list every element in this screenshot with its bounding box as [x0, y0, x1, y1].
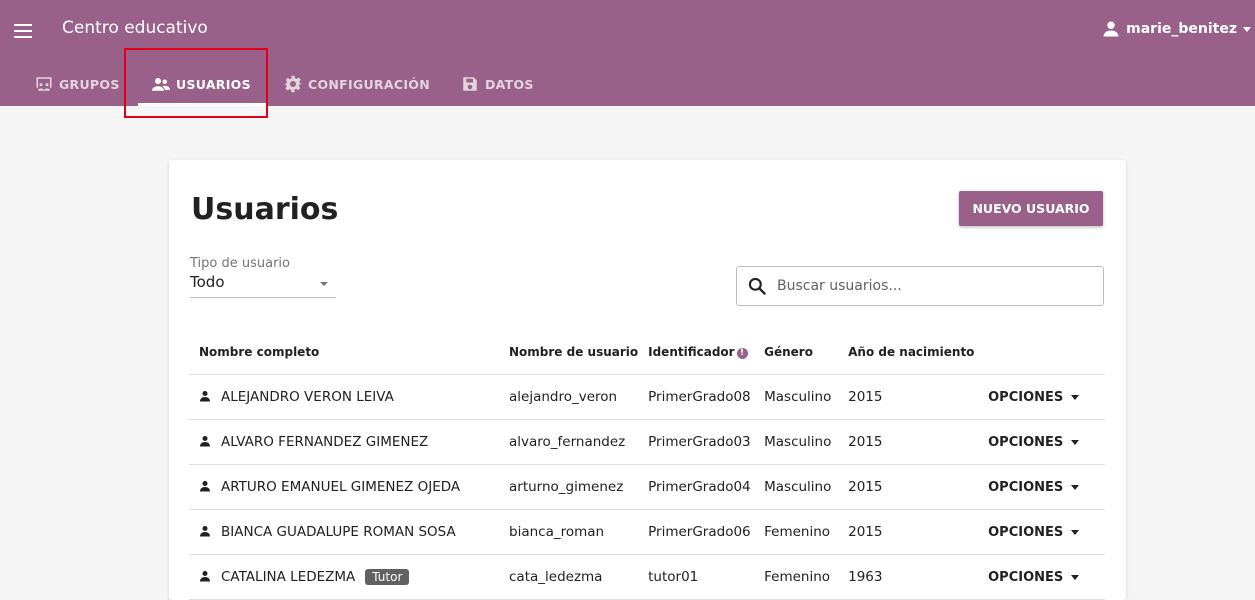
users-table: Nombre completo Nombre de usuario Identi… — [189, 330, 1105, 600]
tab-datos[interactable]: DATOS — [461, 62, 534, 106]
cell-name: BIANCA GUADALUPE ROMAN SOSA — [189, 509, 499, 555]
options-button[interactable]: OPCIONES — [988, 525, 1080, 540]
col-nombre-completo[interactable]: Nombre completo — [189, 330, 499, 375]
options-button[interactable]: OPCIONES — [988, 390, 1080, 405]
cell-gender: Masculino — [754, 464, 839, 510]
table-header-row: Nombre completo Nombre de usuario Identi… — [189, 330, 1105, 375]
person-icon — [200, 481, 210, 492]
cell-options: OPCIONES — [978, 554, 1105, 600]
cell-gender: Masculino — [754, 374, 839, 420]
cell-options: OPCIONES — [978, 464, 1105, 510]
cell-birth-year: 2015 — [838, 419, 979, 465]
col-identificador[interactable]: Identificador! — [638, 330, 755, 375]
table-row: ALEJANDRO VERON LEIVA alejandro_veron Pr… — [189, 374, 1105, 420]
cell-username: cata_ledezma — [499, 554, 639, 600]
table-row: ALVARO FERNANDEZ GIMENEZ alvaro_fernande… — [189, 419, 1105, 465]
info-icon[interactable]: ! — [736, 348, 748, 359]
cell-identifier: PrimerGrado04 — [638, 464, 755, 510]
tab-grupos[interactable]: GRUPOS — [35, 62, 120, 106]
cell-name: ALVARO FERNANDEZ GIMENEZ — [189, 419, 499, 465]
options-button[interactable]: OPCIONES — [988, 570, 1080, 585]
table-row: BIANCA GUADALUPE ROMAN SOSA bianca_roman… — [189, 509, 1105, 555]
cell-username: alejandro_veron — [499, 374, 639, 420]
cell-birth-year: 2015 — [838, 509, 979, 555]
user-type-select[interactable]: Todo — [190, 273, 336, 298]
tutor-badge: Tutor — [365, 569, 410, 585]
chevron-down-icon — [1071, 575, 1080, 580]
chevron-down-icon — [1243, 26, 1251, 32]
cell-birth-year: 2015 — [838, 374, 979, 420]
search-input[interactable] — [775, 277, 1099, 295]
highlight-annotation — [124, 48, 268, 118]
cell-name: CATALINA LEDEZMA Tutor — [189, 554, 499, 600]
cell-options: OPCIONES — [978, 374, 1105, 420]
col-opciones — [978, 330, 1105, 375]
chevron-down-icon — [1071, 530, 1080, 535]
classroom-icon — [36, 77, 52, 91]
search-icon — [748, 277, 766, 295]
chevron-down-icon — [1071, 440, 1080, 445]
cell-gender: Masculino — [754, 419, 839, 465]
chevron-down-icon — [1071, 395, 1080, 400]
username: marie_benitez — [1126, 21, 1237, 37]
cell-options: OPCIONES — [978, 419, 1105, 465]
user-type-label: Tipo de usuario — [190, 256, 291, 271]
cell-birth-year: 1963 — [838, 554, 979, 600]
gear-icon — [284, 75, 302, 93]
table-row: CATALINA LEDEZMA Tutor cata_ledezma tutor… — [189, 554, 1105, 600]
dropdown-arrow-icon — [320, 282, 328, 286]
app-title: Centro educativo — [62, 18, 208, 38]
cell-username: arturno_gimenez — [499, 464, 639, 510]
hamburger-menu-icon[interactable] — [12, 20, 34, 42]
cell-identifier: PrimerGrado08 — [638, 374, 755, 420]
person-icon — [1103, 21, 1119, 37]
page-title: Usuarios — [191, 192, 339, 227]
cell-identifier: PrimerGrado06 — [638, 509, 755, 555]
cell-username: alvaro_fernandez — [499, 419, 639, 465]
person-icon — [200, 526, 210, 537]
new-user-button[interactable]: NUEVO USUARIO — [959, 191, 1103, 226]
col-genero[interactable]: Género — [754, 330, 839, 375]
person-icon — [200, 571, 210, 582]
user-menu[interactable]: marie_benitez — [1102, 20, 1251, 38]
cell-identifier: tutor01 — [638, 554, 755, 600]
person-icon — [200, 391, 210, 402]
table-row: ARTURO EMANUEL GIMENEZ OJEDA arturno_gim… — [189, 464, 1105, 510]
users-card: Usuarios NUEVO USUARIO Tipo de usuario T… — [169, 160, 1126, 600]
cell-name: ARTURO EMANUEL GIMENEZ OJEDA — [189, 464, 499, 510]
col-anio-nacimiento[interactable]: Año de nacimiento — [838, 330, 979, 375]
options-button[interactable]: OPCIONES — [988, 435, 1080, 450]
cell-name: ALEJANDRO VERON LEIVA — [189, 374, 499, 420]
cell-birth-year: 2015 — [838, 464, 979, 510]
cell-identifier: PrimerGrado03 — [638, 419, 755, 465]
user-type-filter: Tipo de usuario Todo — [190, 256, 336, 298]
options-button[interactable]: OPCIONES — [988, 480, 1080, 495]
person-icon — [200, 436, 210, 447]
cell-gender: Femenino — [754, 509, 839, 555]
save-icon — [463, 77, 477, 91]
tab-configuracion[interactable]: CONFIGURACIÓN — [284, 62, 430, 106]
search-box — [736, 266, 1104, 306]
chevron-down-icon — [1071, 485, 1080, 490]
cell-options: OPCIONES — [978, 509, 1105, 555]
col-nombre-usuario[interactable]: Nombre de usuario — [499, 330, 639, 375]
cell-username: bianca_roman — [499, 509, 639, 555]
cell-gender: Femenino — [754, 554, 839, 600]
